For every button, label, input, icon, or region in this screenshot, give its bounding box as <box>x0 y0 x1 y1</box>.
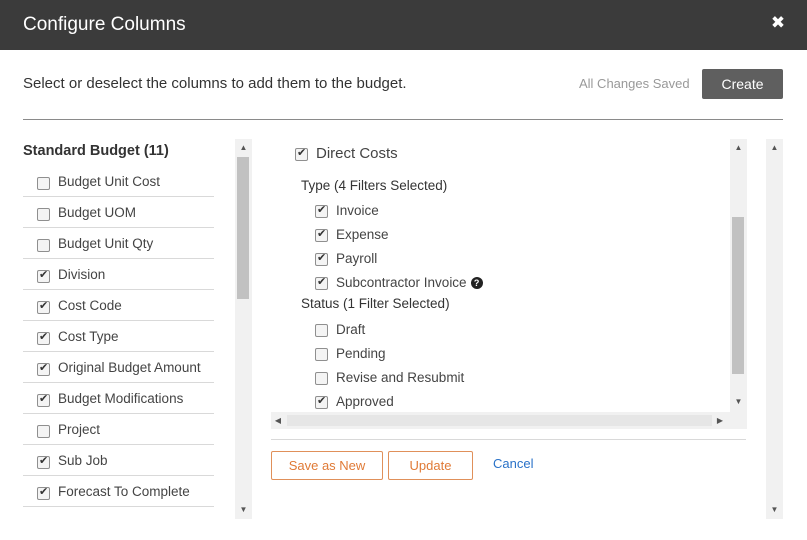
checkbox[interactable] <box>37 268 50 283</box>
type-filter-item-text: Invoice <box>336 203 379 218</box>
modal-title: Configure Columns <box>23 14 186 35</box>
budget-column-label: Budget Unit Qty <box>58 236 154 251</box>
type-filter-item-text: Subcontractor Invoice <box>336 275 467 290</box>
checkbox[interactable] <box>37 485 50 500</box>
arrow-down-icon[interactable]: ▼ <box>766 503 783 517</box>
budget-column-label: Cost Type <box>58 329 119 344</box>
close-icon[interactable]: ✖ <box>768 13 788 33</box>
update-button[interactable]: Update <box>388 451 473 480</box>
actions-divider <box>271 439 746 440</box>
checkbox[interactable] <box>37 454 50 469</box>
status-filter-item-label: Approved <box>336 394 394 409</box>
checkbox[interactable] <box>37 392 50 407</box>
arrow-down-icon[interactable]: ▼ <box>235 503 252 517</box>
budget-column-item[interactable]: Project <box>23 414 214 445</box>
budget-column-label: Division <box>58 267 106 282</box>
type-filter-item-text: Expense <box>336 227 389 242</box>
checkbox[interactable] <box>37 239 50 252</box>
standard-budget-panel: Standard Budget (11) Budget Unit Cost Bud… <box>23 139 253 519</box>
checkbox[interactable] <box>315 394 328 409</box>
status-filter-item-text: Pending <box>336 346 386 361</box>
status-section-title: Status (1 Filter Selected) <box>301 296 450 311</box>
budget-column-item[interactable]: Budget UOM <box>23 197 214 228</box>
left-scrollbar[interactable]: ▲ ▼ <box>235 139 252 519</box>
budget-column-item[interactable]: Budget Unit Cost <box>23 166 214 197</box>
checkbox[interactable] <box>315 275 328 290</box>
type-filter-item-label: Invoice <box>336 203 379 218</box>
filter-horizontal-scrollbar[interactable]: ◀ ▶ <box>271 412 747 429</box>
filter-list: Direct Costs Type (4 Filters Selected) Inv… <box>271 139 746 429</box>
budget-column-label: Project <box>58 422 101 437</box>
left-scroll-thumb[interactable] <box>237 157 249 299</box>
budget-column-item[interactable]: Cost Code <box>23 290 214 321</box>
status-filter-item-label: Draft <box>336 322 365 337</box>
standard-budget-title: Standard Budget (11) <box>23 143 169 159</box>
budget-column-item[interactable]: Division <box>23 259 214 290</box>
budget-column-label: Cost Code <box>58 298 122 313</box>
type-filter-item-label: Expense <box>336 227 389 242</box>
budget-column-item[interactable]: Original Budget Amount <box>23 352 214 383</box>
budget-column-label: Forecast To Complete <box>58 484 190 499</box>
create-button[interactable]: Create <box>702 69 783 99</box>
direct-costs-item-label: Direct Costs <box>316 145 398 162</box>
budget-column-label: Budget UOM <box>58 205 137 220</box>
instructions-text: Select or deselect the columns to add th… <box>23 75 407 92</box>
type-section-title: Type (4 Filters Selected) <box>301 178 448 193</box>
dialog-scrollbar[interactable]: ▲ ▼ <box>766 139 783 519</box>
save-status: All Changes Saved <box>579 76 690 91</box>
checkbox[interactable] <box>315 348 328 361</box>
standard-budget-list: Budget Unit Cost Budget UOM Budget Unit Qt… <box>23 166 214 507</box>
modal-header: Configure Columns ✖ <box>0 0 807 50</box>
type-filter-item-text: Payroll <box>336 251 378 266</box>
status-filter-item-text: Approved <box>336 394 394 409</box>
status-filter-item-text: Draft <box>336 322 366 337</box>
type-filter-item-label: Subcontractor Invoice? <box>336 275 483 290</box>
checkbox[interactable] <box>37 208 50 221</box>
checkbox[interactable] <box>315 324 328 337</box>
checkbox[interactable] <box>315 203 328 218</box>
checkbox[interactable] <box>315 251 328 266</box>
arrow-up-icon[interactable]: ▲ <box>766 141 783 155</box>
direct-costs-item-text: Direct Costs <box>316 145 398 162</box>
checkbox[interactable] <box>37 177 50 190</box>
arrow-down-icon[interactable]: ▼ <box>730 395 747 409</box>
checkbox[interactable] <box>37 299 50 314</box>
budget-column-item[interactable]: Budget Unit Qty <box>23 228 214 259</box>
arrow-right-icon[interactable]: ▶ <box>713 412 727 429</box>
filter-horizontal-thumb[interactable] <box>287 415 712 426</box>
checkbox[interactable] <box>37 330 50 345</box>
budget-column-item[interactable]: Budget Modifications <box>23 383 214 414</box>
arrow-up-icon[interactable]: ▲ <box>730 141 747 155</box>
checkbox[interactable] <box>37 425 50 438</box>
budget-column-label: Original Budget Amount <box>58 360 201 375</box>
status-filter-item-label: Revise and Resubmit <box>336 370 464 385</box>
budget-column-label: Sub Job <box>58 453 108 468</box>
type-filter-item-label: Payroll <box>336 251 377 266</box>
budget-column-item[interactable]: Sub Job <box>23 445 214 476</box>
status-filter-item-label: Pending <box>336 346 386 361</box>
question-circle-icon[interactable]: ? <box>470 277 483 289</box>
checkbox[interactable] <box>315 227 328 242</box>
checkbox[interactable] <box>295 146 308 161</box>
filter-vertical-scrollbar[interactable]: ▲ ▼ <box>730 139 747 412</box>
checkbox[interactable] <box>315 372 328 385</box>
checkbox[interactable] <box>37 361 50 376</box>
arrow-up-icon[interactable]: ▲ <box>235 141 252 155</box>
save-as-new-button[interactable]: Save as New <box>271 451 383 480</box>
filter-vertical-thumb[interactable] <box>732 217 744 374</box>
header-divider <box>23 119 783 120</box>
budget-column-item[interactable]: Forecast To Complete <box>23 476 214 507</box>
status-filter-item-text: Revise and Resubmit <box>336 370 465 385</box>
budget-column-item[interactable]: Cost Type <box>23 321 214 352</box>
budget-column-label: Budget Unit Cost <box>58 174 161 189</box>
cancel-link[interactable]: Cancel <box>493 456 533 471</box>
filter-panel: Direct Costs Type (4 Filters Selected) Inv… <box>271 139 747 429</box>
budget-column-label: Budget Modifications <box>58 391 184 406</box>
arrow-left-icon[interactable]: ◀ <box>271 412 285 429</box>
